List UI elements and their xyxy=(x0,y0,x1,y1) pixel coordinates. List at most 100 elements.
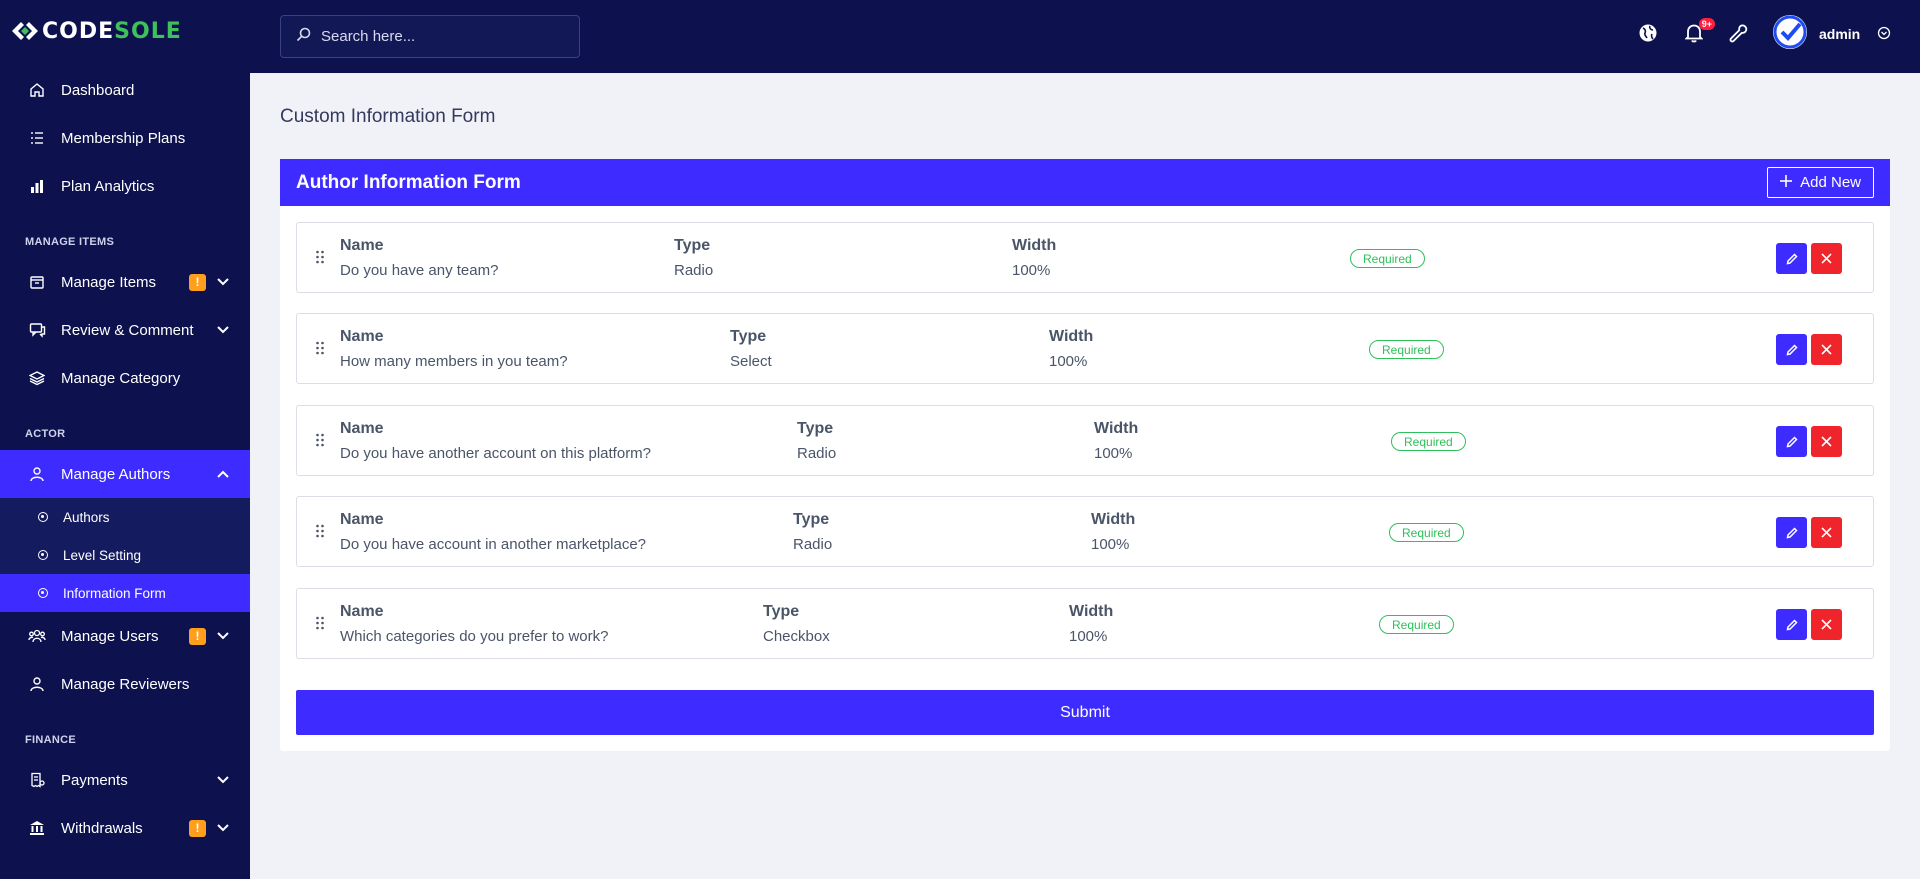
sidebar-item-withdrawals[interactable]: Withdrawals ! xyxy=(0,804,250,852)
sidebar: CODESOLE Dashboard Membership Plans Plan… xyxy=(0,0,250,879)
type-cell: Type Select xyxy=(730,328,772,370)
edit-button[interactable] xyxy=(1776,609,1807,640)
field-row[interactable]: Name Do you have another account on this … xyxy=(296,405,1874,476)
name-cell: Name How many members in you team? xyxy=(340,328,568,370)
brand-logo[interactable]: CODESOLE xyxy=(0,0,250,62)
delete-button[interactable] xyxy=(1811,243,1842,274)
add-new-button[interactable]: Add New xyxy=(1767,167,1874,198)
users-icon xyxy=(28,627,46,645)
drag-handle-icon[interactable] xyxy=(315,433,325,447)
close-icon xyxy=(1821,436,1832,447)
delete-button[interactable] xyxy=(1811,334,1842,365)
type-cell: Type Radio xyxy=(674,237,714,279)
delete-button[interactable] xyxy=(1811,609,1842,640)
box-icon xyxy=(28,273,46,291)
required-badge: Required xyxy=(1369,340,1444,359)
section-promotion: PROMOTION xyxy=(0,852,250,879)
search-input[interactable] xyxy=(321,28,561,45)
search-box[interactable] xyxy=(280,15,580,58)
delete-button[interactable] xyxy=(1811,426,1842,457)
form-card: Author Information Form Add New Name Do y… xyxy=(280,159,1890,751)
chevron-circle-down-icon[interactable] xyxy=(1877,26,1891,40)
edit-button[interactable] xyxy=(1776,426,1807,457)
bell-icon[interactable]: 9+ xyxy=(1683,18,1715,44)
drag-handle-icon[interactable] xyxy=(315,616,325,630)
submit-button[interactable]: Submit xyxy=(296,690,1874,735)
pencil-icon xyxy=(1786,435,1798,447)
sidebar-item-manage-authors[interactable]: Manage Authors xyxy=(0,450,250,498)
sidebar-item-plan-analytics[interactable]: Plan Analytics xyxy=(0,162,250,210)
sidebar-item-manage-users[interactable]: Manage Users ! xyxy=(0,612,250,660)
sidebar-subitem-information-form[interactable]: Information Form xyxy=(0,574,250,612)
delete-button[interactable] xyxy=(1811,517,1842,548)
avatar[interactable] xyxy=(1773,15,1807,49)
edit-button[interactable] xyxy=(1776,334,1807,365)
sidebar-item-review-comment[interactable]: Review & Comment xyxy=(0,306,250,354)
field-row[interactable]: Name Do you have account in another marke… xyxy=(296,496,1874,567)
receipt-icon xyxy=(28,771,46,789)
home-icon xyxy=(28,81,46,99)
user-icon xyxy=(28,675,46,693)
name-cell: Name Do you have account in another marke… xyxy=(340,511,647,553)
edit-button[interactable] xyxy=(1776,243,1807,274)
user-icon xyxy=(28,465,46,483)
circle-dot-icon xyxy=(38,550,48,560)
page-title: Custom Information Form xyxy=(280,106,496,127)
brand-name: CODESOLE xyxy=(42,18,182,44)
sidebar-subitem-level-setting[interactable]: Level Setting xyxy=(0,536,250,574)
warning-badge: ! xyxy=(189,819,206,837)
required-badge: Required xyxy=(1350,249,1425,268)
warning-badge: ! xyxy=(189,627,206,645)
sidebar-item-membership-plans[interactable]: Membership Plans xyxy=(0,114,250,162)
plus-icon xyxy=(1780,174,1793,191)
name-cell: Name Which categories do you prefer to wo… xyxy=(340,603,609,645)
required-badge: Required xyxy=(1379,615,1454,634)
chevron-down-icon xyxy=(216,629,230,643)
list-icon xyxy=(28,129,46,147)
bar-chart-icon xyxy=(28,177,46,195)
chevron-down-icon xyxy=(216,773,230,787)
globe-icon[interactable] xyxy=(1637,22,1659,44)
chevron-down-icon xyxy=(216,821,230,835)
search-icon xyxy=(296,27,311,47)
width-cell: Width 100% xyxy=(1094,420,1139,462)
comment-icon xyxy=(28,321,46,339)
warning-badge: ! xyxy=(189,273,206,291)
card-title: Author Information Form xyxy=(296,171,521,193)
section-actor: ACTOR xyxy=(25,428,66,440)
type-cell: Type Radio xyxy=(797,420,837,462)
wrench-icon[interactable] xyxy=(1728,22,1750,44)
pencil-icon xyxy=(1786,343,1798,355)
sidebar-subitem-authors[interactable]: Authors xyxy=(0,498,250,536)
pencil-icon xyxy=(1786,526,1798,538)
type-cell: Type Radio xyxy=(793,511,833,553)
sidebar-item-manage-reviewers[interactable]: Manage Reviewers xyxy=(0,660,250,708)
field-row[interactable]: Name How many members in you team? Type Se… xyxy=(296,313,1874,384)
name-cell: Name Do you have another account on this … xyxy=(340,420,652,462)
field-row[interactable]: Name Which categories do you prefer to wo… xyxy=(296,588,1874,659)
manage-authors-submenu: Authors Level Setting Information Form xyxy=(0,498,250,612)
pencil-icon xyxy=(1786,252,1798,264)
close-icon xyxy=(1821,527,1832,538)
drag-handle-icon[interactable] xyxy=(315,341,325,355)
drag-handle-icon[interactable] xyxy=(315,250,325,264)
required-badge: Required xyxy=(1389,523,1464,542)
chevron-down-icon xyxy=(216,275,230,289)
field-row[interactable]: Name Do you have any team? Type Radio Widt… xyxy=(296,222,1874,293)
sidebar-item-payments[interactable]: Payments xyxy=(0,756,250,804)
card-header: Author Information Form Add New xyxy=(280,159,1890,206)
width-cell: Width 100% xyxy=(1069,603,1114,645)
chevron-down-icon xyxy=(216,323,230,337)
sidebar-item-manage-category[interactable]: Manage Category xyxy=(0,354,250,402)
sidebar-item-manage-items[interactable]: Manage Items ! xyxy=(0,258,250,306)
close-icon xyxy=(1821,253,1832,264)
edit-button[interactable] xyxy=(1776,517,1807,548)
type-cell: Type Checkbox xyxy=(763,603,830,645)
notification-badge: 9+ xyxy=(1698,18,1715,30)
drag-handle-icon[interactable] xyxy=(315,524,325,538)
sidebar-item-dashboard[interactable]: Dashboard xyxy=(0,66,250,114)
user-name[interactable]: admin xyxy=(1819,26,1860,42)
name-cell: Name Do you have any team? xyxy=(340,237,499,279)
bank-icon xyxy=(28,819,46,837)
close-icon xyxy=(1821,344,1832,355)
